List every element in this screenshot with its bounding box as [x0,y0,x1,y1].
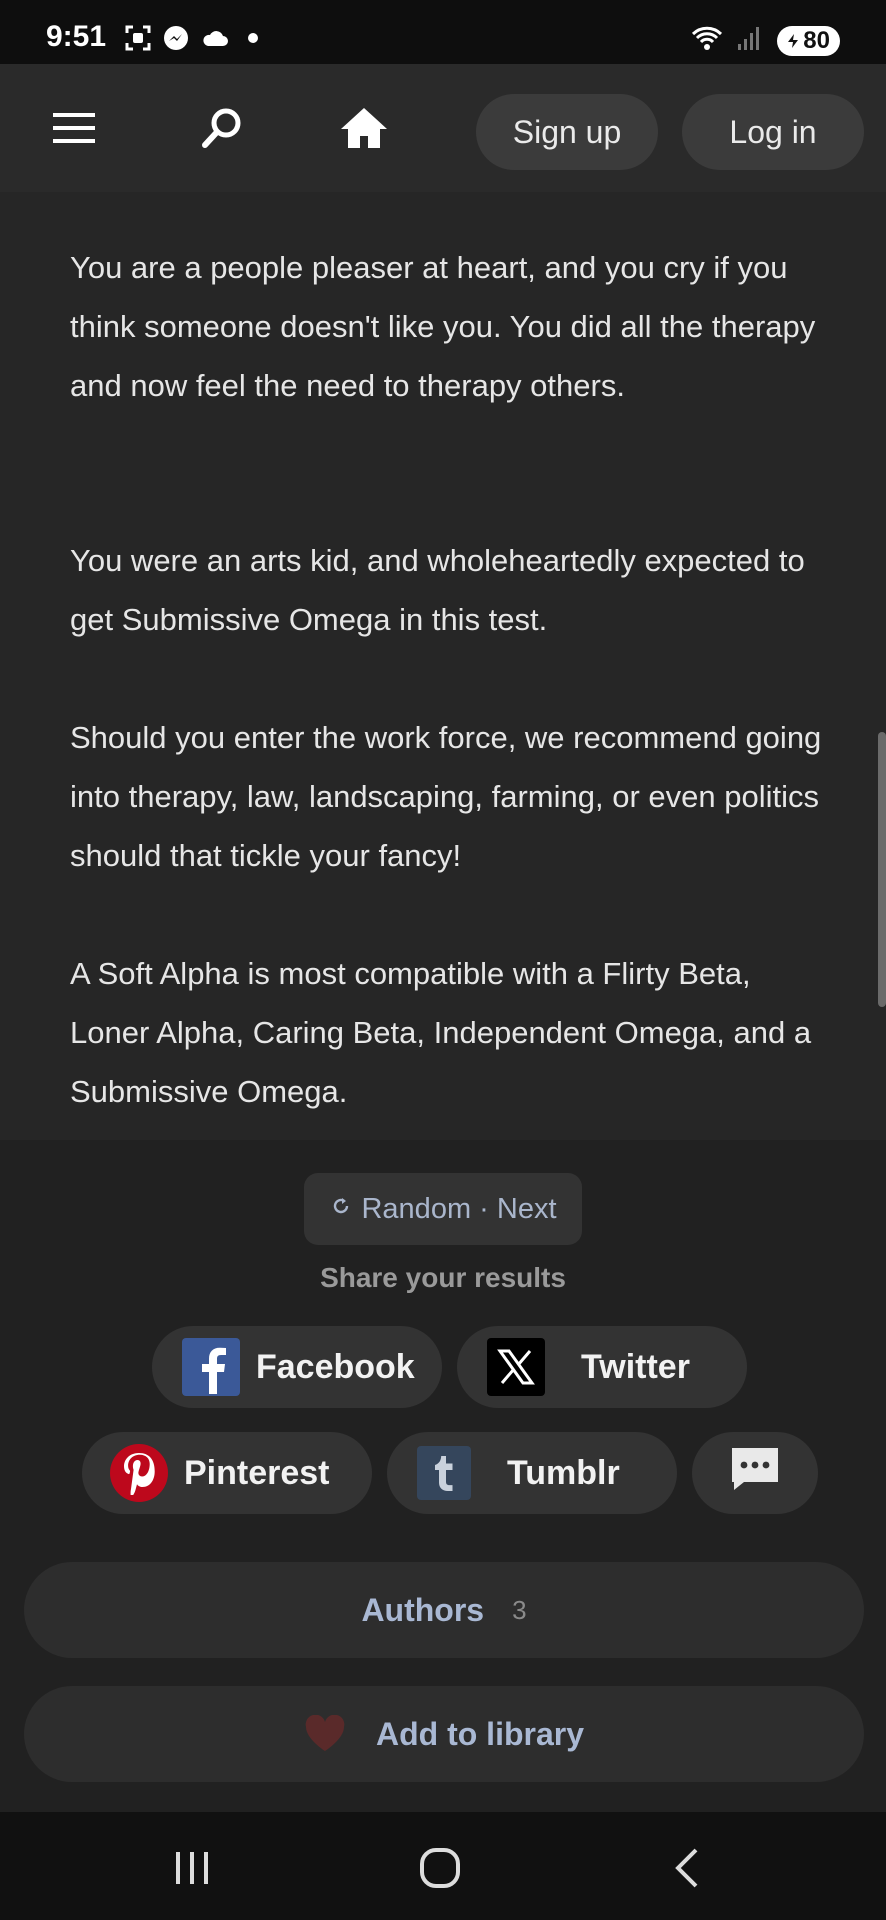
authors-count: 3 [512,1594,527,1625]
share-twitter-button[interactable]: Twitter [457,1326,747,1408]
back-icon[interactable] [672,1846,702,1895]
share-pinterest-button[interactable]: Pinterest [82,1432,372,1514]
random-next-button[interactable]: Random · Next [304,1173,582,1245]
share-tumblr-button[interactable]: Tumblr [387,1432,677,1514]
battery-level: 80 [803,26,830,54]
paragraph: You were an arts kid, and wholeheartedly… [70,543,805,637]
menu-icon[interactable] [44,98,104,158]
sign-up-button[interactable]: Sign up [476,94,658,170]
home-nav-icon[interactable] [418,1846,462,1895]
pinterest-label: Pinterest [184,1453,330,1492]
system-nav-bar [0,1812,886,1920]
recents-icon[interactable] [172,1850,212,1891]
authors-button[interactable]: Authors 3 [24,1562,864,1658]
paragraph: You are a people pleaser at heart, and y… [70,250,816,403]
twitter-label: Twitter [581,1347,690,1386]
wifi-icon [691,24,723,57]
tumblr-label: Tumblr [507,1453,620,1492]
authors-label: Authors [361,1591,485,1628]
random-next-label: Random · Next [361,1192,557,1225]
facebook-icon [182,1338,240,1396]
share-facebook-button[interactable]: Facebook [152,1326,442,1408]
paragraph: Should you enter the work force, we reco… [70,720,822,873]
add-to-library-button[interactable]: Add to library [24,1686,864,1782]
status-time: 9:51 [46,20,107,53]
share-sms-button[interactable] [692,1432,818,1514]
tumblr-icon [417,1446,471,1500]
pinterest-icon [110,1444,168,1502]
cloud-icon [200,24,228,52]
messenger-icon [162,24,190,52]
battery-icon: 80 [777,25,840,56]
facebook-label: Facebook [256,1347,415,1386]
top-nav: Sign up Log in [0,64,886,192]
signal-icon [737,24,763,57]
home-icon[interactable] [334,98,394,158]
scrollbar[interactable] [878,732,886,1007]
log-in-button[interactable]: Log in [682,94,864,170]
heart-icon [304,1715,346,1753]
dot-icon [248,33,258,43]
add-to-library-label: Add to library [375,1715,584,1752]
message-icon [728,1444,782,1503]
screenshot-icon [124,24,152,52]
result-description: You are a people pleaser at heart, and y… [0,192,886,1140]
paragraph: A Soft Alpha is most compatible with a F… [70,956,812,1109]
share-title: Share your results [320,1262,566,1293]
status-bar: 9:51 80 [0,0,886,64]
refresh-icon [329,1193,353,1226]
search-icon[interactable] [192,98,252,158]
x-twitter-icon [487,1338,545,1396]
